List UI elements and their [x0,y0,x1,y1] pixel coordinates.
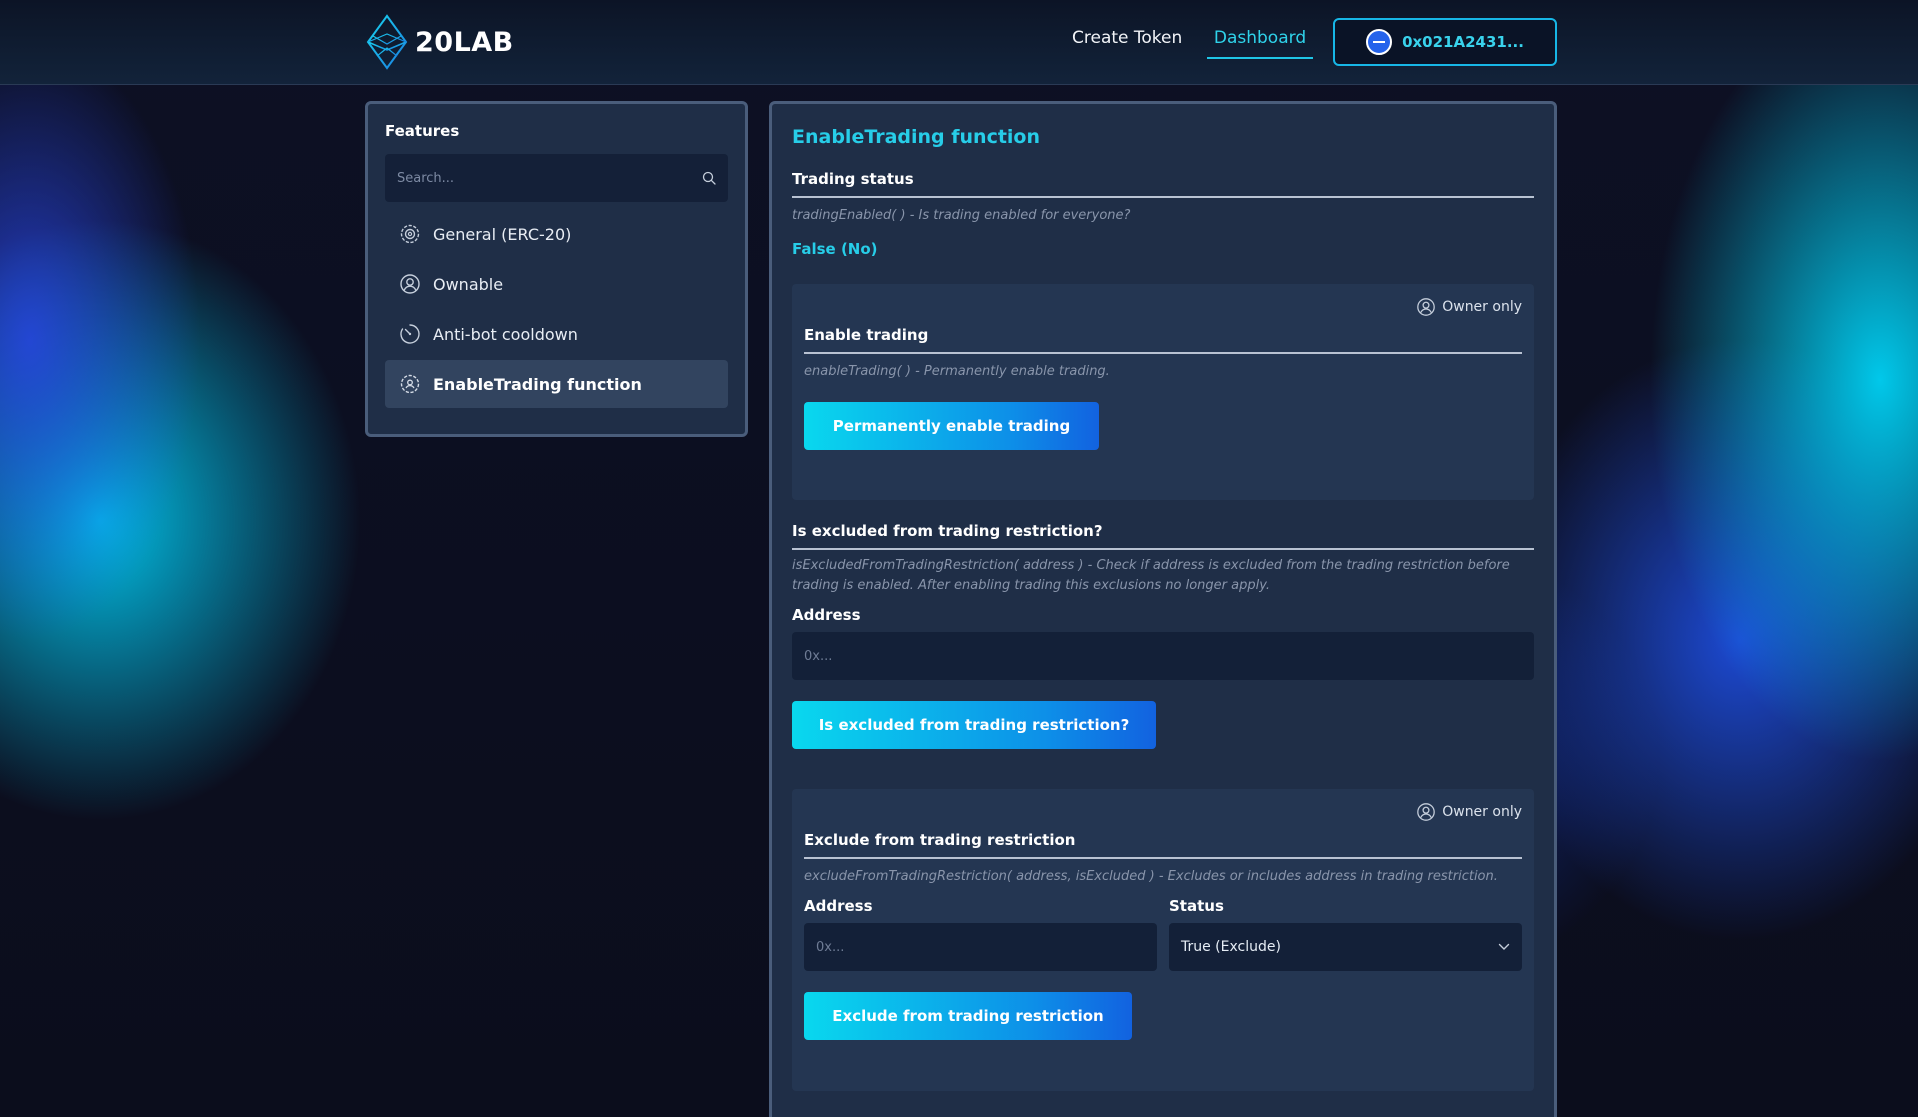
search-input[interactable] [397,170,702,186]
gear-users-icon [400,374,420,394]
brand-logo[interactable]: 20LAB [365,14,514,70]
status-field-group: Status True (Exclude) [1169,897,1522,971]
owner-only-badge: Owner only [804,296,1522,318]
trading-status-description: tradingEnabled( ) - Is trading enabled f… [792,208,1131,223]
sidebar-item-label: EnableTrading function [433,374,642,394]
sidebar-title: Features [385,122,460,140]
top-header: 20LAB Create Token Dashboard 0x021A2431.… [0,0,1918,85]
wallet-avatar-icon [1366,29,1393,55]
address-label: Address [792,606,861,624]
trading-status-section: Trading status tradingEnabled( ) - Is tr… [792,170,1534,258]
enable-trading-description: enableTrading( ) - Permanently enable tr… [804,364,1110,379]
timer-icon [400,324,420,344]
page-title: EnableTrading function [792,126,1041,148]
is-excluded-description: isExcludedFromTradingRestriction( addres… [792,558,1510,593]
sidebar-item-label: Ownable [433,274,504,294]
exclude-trading-description: excludeFromTradingRestriction( address, … [804,869,1498,884]
status-label: Status [1169,897,1224,915]
exclude-trading-card: Owner only Exclude from trading restrict… [792,789,1534,1091]
exclude-form-row: Address Status True (Exclude) [804,897,1522,971]
owner-only-label: Owner only [1442,299,1522,315]
is-excluded-section: Is excluded from trading restriction? is… [792,522,1534,749]
user-circle-icon [1417,803,1436,821]
exclude-trading-label: Exclude from trading restriction [804,831,1522,859]
sidebar-item-label: General (ERC-20) [433,224,572,244]
exclude-from-trading-button[interactable]: Exclude from trading restriction [804,992,1132,1040]
status-select[interactable]: True (Exclude) [1169,923,1522,971]
address-label: Address [804,897,873,915]
owner-only-label: Owner only [1442,804,1522,820]
features-sidebar: Features General (ERC-20) Ownable Anti-b… [365,101,748,437]
permanently-enable-trading-button[interactable]: Permanently enable trading [804,402,1099,450]
sidebar-item-anti-bot[interactable]: Anti-bot cooldown [385,310,728,358]
owner-only-badge: Owner only [804,801,1522,823]
user-circle-icon [1417,298,1436,316]
sidebar-item-enable-trading[interactable]: EnableTrading function [385,360,728,408]
search-icon[interactable] [702,171,716,185]
wallet-button[interactable]: 0x021A2431... [1333,18,1557,66]
is-excluded-button[interactable]: Is excluded from trading restriction? [792,701,1156,749]
nav-create-token[interactable]: Create Token [1072,28,1182,48]
exclude-address-input[interactable] [804,923,1157,971]
ethereum-diamond-icon [366,14,408,70]
chevron-down-icon [1498,943,1510,950]
main-panel: EnableTrading function Trading status tr… [769,101,1557,1117]
sidebar-item-ownable[interactable]: Ownable [385,260,728,308]
sidebar-item-general[interactable]: General (ERC-20) [385,210,728,258]
trading-status-value: False (No) [792,240,878,258]
brand-name: 20LAB [415,26,514,58]
user-circle-icon [400,274,420,294]
enable-trading-label: Enable trading [804,326,1522,354]
nav-dashboard[interactable]: Dashboard [1207,28,1313,59]
trading-status-label: Trading status [792,170,1534,198]
status-select-value: True (Exclude) [1181,939,1281,955]
enable-trading-card: Owner only Enable trading enableTrading(… [792,284,1534,500]
wallet-address: 0x021A2431... [1402,33,1524,51]
search-box [385,154,728,202]
address-field-group: Address [804,897,1157,971]
is-excluded-address-input[interactable] [792,632,1534,680]
gear-icon [400,224,420,244]
is-excluded-label: Is excluded from trading restriction? [792,522,1534,550]
sidebar-item-label: Anti-bot cooldown [433,324,578,344]
